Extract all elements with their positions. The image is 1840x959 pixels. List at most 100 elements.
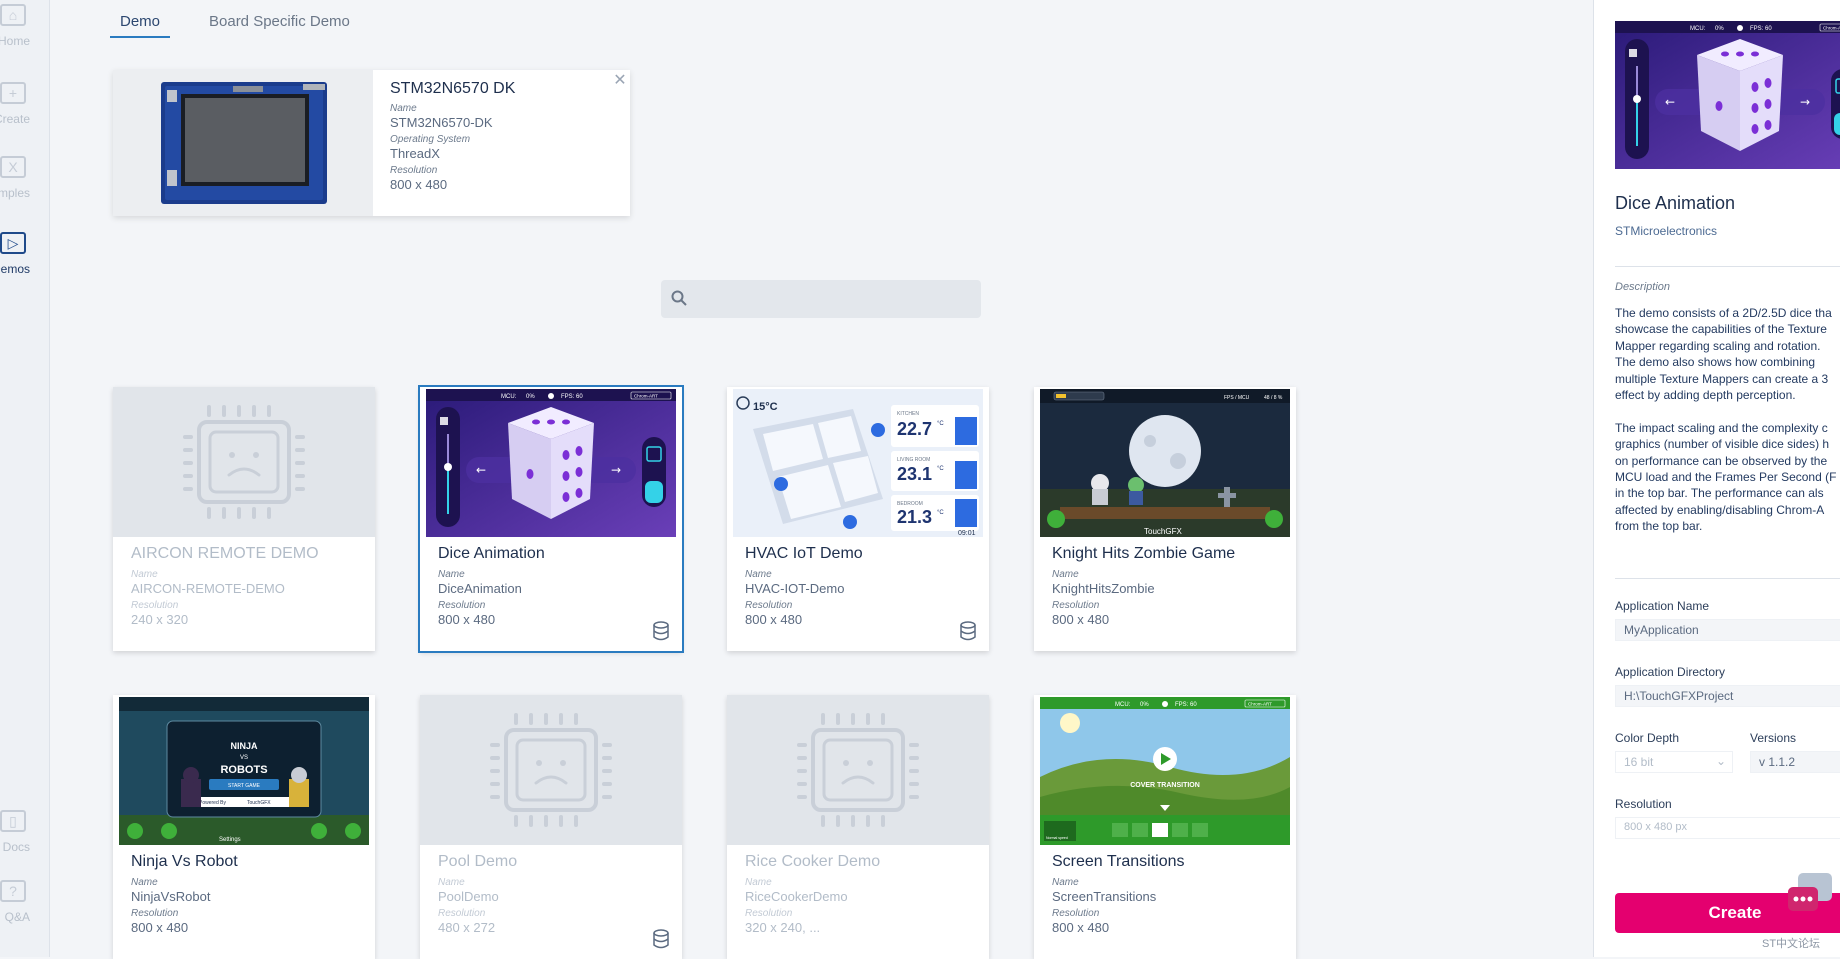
svg-text:←: ← xyxy=(1665,95,1675,109)
demo-card[interactable]: MCU: 0% FPS: 60 Chrom-ART COVER TRANSITI… xyxy=(1034,695,1296,959)
thumbnail-text: Powered By xyxy=(199,800,226,806)
demo-thumbnail: 15°C KITCHEN 22.7 °C LIVING ROOM 23.1 °C… xyxy=(733,389,983,537)
demo-name: PoolDemo xyxy=(438,889,499,904)
board-name: STM32N6570-DK xyxy=(390,115,493,130)
thumbnail-text: MCU: xyxy=(501,394,517,400)
demo-resolution-label: Resolution xyxy=(745,908,793,919)
nav-item-label: Demos xyxy=(0,262,30,276)
app-dir-label: Application Directory xyxy=(1615,665,1726,679)
demo-title: AIRCON REMOTE DEMO xyxy=(131,545,319,562)
demo-resolution: 800 x 480 xyxy=(1052,920,1110,935)
forum-link[interactable]: ST中文论坛 xyxy=(1762,935,1820,951)
demo-resolution-label: Resolution xyxy=(438,600,486,611)
details-title: Dice Animation xyxy=(1615,193,1736,213)
board-info: STM32N6570 DK Name STM32N6570-DK Operati… xyxy=(390,80,620,192)
demo-name-label: Name xyxy=(745,569,772,580)
demo-name-label: Name xyxy=(438,569,465,580)
demo-name: ScreenTransitions xyxy=(1052,889,1157,904)
demo-title: HVAC IoT Demo xyxy=(745,545,863,562)
svg-text:←: ← xyxy=(476,463,486,477)
resolution-input[interactable]: 800 x 480 px xyxy=(1615,817,1840,839)
demo-resolution-label: Resolution xyxy=(131,600,179,611)
dice-thumbnail: MCU: 0% FPS: 60 Chrom-ART ← → xyxy=(1615,21,1840,169)
demo-card[interactable]: AIRCON REMOTE DEMO Name AIRCON-REMOTE-DE… xyxy=(113,387,375,651)
chat-icon[interactable] xyxy=(1788,873,1834,917)
thumbnail-text: TouchGFX xyxy=(247,800,271,806)
demo-name-label: Name xyxy=(438,877,465,888)
resolution-label: Resolution xyxy=(1615,797,1672,811)
close-icon[interactable]: ✕ xyxy=(612,70,628,89)
demo-resolution: 800 x 480 xyxy=(131,920,189,935)
demo-card[interactable]: Pool Demo Name PoolDemo Resolution 480 x… xyxy=(420,695,682,959)
demo-name: KnightHitsZombie xyxy=(1052,581,1155,596)
thumbnail-text: 48 / 8 % xyxy=(1264,395,1283,401)
nav-3-icon: ▷ xyxy=(0,232,26,254)
demo-card[interactable]: Rice Cooker Demo Name RiceCookerDemo Res… xyxy=(727,695,989,959)
thumbnail-text: FPS: 60 xyxy=(1175,702,1197,708)
nav-5-icon: ? xyxy=(0,880,26,902)
nav-item-label: Examples xyxy=(0,186,30,200)
board-os-label: Operating System xyxy=(390,134,471,145)
demo-name: DiceAnimation xyxy=(438,581,522,596)
thumbnail-text: 15°C xyxy=(753,401,778,413)
demo-card[interactable]: MCU: 0% FPS: 60 Chrom-ART ← → Dice Anima… xyxy=(418,385,684,653)
thumbnail-text: FPS: 60 xyxy=(1750,26,1772,32)
tab-board-specific-demo[interactable]: Board Specific Demo xyxy=(199,10,360,38)
demo-resolution-label: Resolution xyxy=(745,600,793,611)
demo-name: AIRCON-REMOTE-DEMO xyxy=(131,581,285,596)
tab-demo[interactable]: Demo xyxy=(110,10,171,38)
demo-thumbnail: MCU: 0% FPS: 60 Chrom-ART ← → xyxy=(426,389,676,537)
description-label: Description xyxy=(1615,281,1671,293)
demo-resolution-label: Resolution xyxy=(1052,908,1100,919)
demo-name-label: Name xyxy=(131,569,158,580)
divider xyxy=(1615,578,1840,579)
thumbnail-text: Chrom-ART xyxy=(634,394,658,399)
demo-card[interactable]: NINJA VS ROBOTS START GAME Powered By To… xyxy=(113,695,375,959)
demo-resolution: 800 x 480 xyxy=(745,612,803,627)
search-input[interactable] xyxy=(695,286,971,312)
thumbnail-text: Normal speed xyxy=(1046,836,1068,840)
demo-name-label: Name xyxy=(745,877,772,888)
demo-resolution-label: Resolution xyxy=(1052,600,1100,611)
demo-name: RiceCookerDemo xyxy=(745,889,848,904)
details-panel: MCU: 0% FPS: 60 Chrom-ART ← → Dice Anima… xyxy=(1593,0,1840,957)
versions-select[interactable]: v 1.1.2 xyxy=(1750,751,1840,773)
demo-thumbnail xyxy=(113,387,375,537)
details-vendor[interactable]: STMicroelectronics xyxy=(1615,224,1717,238)
app-dir-input[interactable]: H:\TouchGFXProject xyxy=(1615,685,1840,707)
color-depth-select[interactable]: 16 bit ⌄ xyxy=(1615,751,1733,773)
demo-resolution: 320 x 240, ... xyxy=(745,920,821,935)
demo-resolution: 240 x 320 xyxy=(131,612,189,627)
demo-title: Dice Animation xyxy=(438,545,545,562)
svg-text:ROBOTS: ROBOTS xyxy=(220,764,267,776)
nav-0-icon: ⌂ xyxy=(0,4,26,26)
thumbnail-text: MCU: xyxy=(1690,26,1706,32)
thumbnail-text: 0% xyxy=(1140,702,1149,708)
demo-resolution: 480 x 272 xyxy=(438,920,496,935)
demo-card[interactable]: 15°C KITCHEN 22.7 °C LIVING ROOM 23.1 °C… xyxy=(727,387,989,651)
thumbnail-text: Settings xyxy=(219,837,241,843)
board-resolution: 800 x 480 xyxy=(390,177,448,192)
demo-card[interactable]: FPS / MCU 48 / 8 % TouchGFX Knight Hits … xyxy=(1034,387,1296,651)
thumbnail-text: °C xyxy=(937,466,944,472)
thumbnail-text: KITCHEN xyxy=(897,411,919,417)
app-name-input[interactable]: MyApplication xyxy=(1615,619,1840,641)
database-icon xyxy=(960,621,976,641)
dice-thumbnail: MCU: 0% FPS: 60 Chrom-ART ← → xyxy=(426,389,676,537)
thumbnail-text: 0% xyxy=(526,394,535,400)
nav-item-label: Create xyxy=(0,112,30,126)
description-text: The demo consists of a 2D/2.5D dice tha … xyxy=(1615,306,1837,534)
thumbnail-text: FPS / MCU xyxy=(1224,395,1250,401)
demo-name: NinjaVsRobot xyxy=(131,889,211,904)
thumbnail-text: °C xyxy=(937,510,944,516)
nav-2-icon: X xyxy=(0,156,26,178)
demo-thumbnail: FPS / MCU 48 / 8 % TouchGFX xyxy=(1040,389,1290,537)
board-os: ThreadX xyxy=(390,146,440,161)
demo-name-label: Name xyxy=(131,877,158,888)
thumbnail-text: TouchGFX xyxy=(1144,527,1182,536)
versions-label: Versions xyxy=(1750,731,1797,745)
thumbnail-text: °C xyxy=(937,421,944,427)
ninja-thumbnail: NINJA VS ROBOTS START GAME Powered By To… xyxy=(119,697,369,845)
board-image xyxy=(113,70,373,216)
thumbnail-text: FPS: 60 xyxy=(561,394,583,400)
